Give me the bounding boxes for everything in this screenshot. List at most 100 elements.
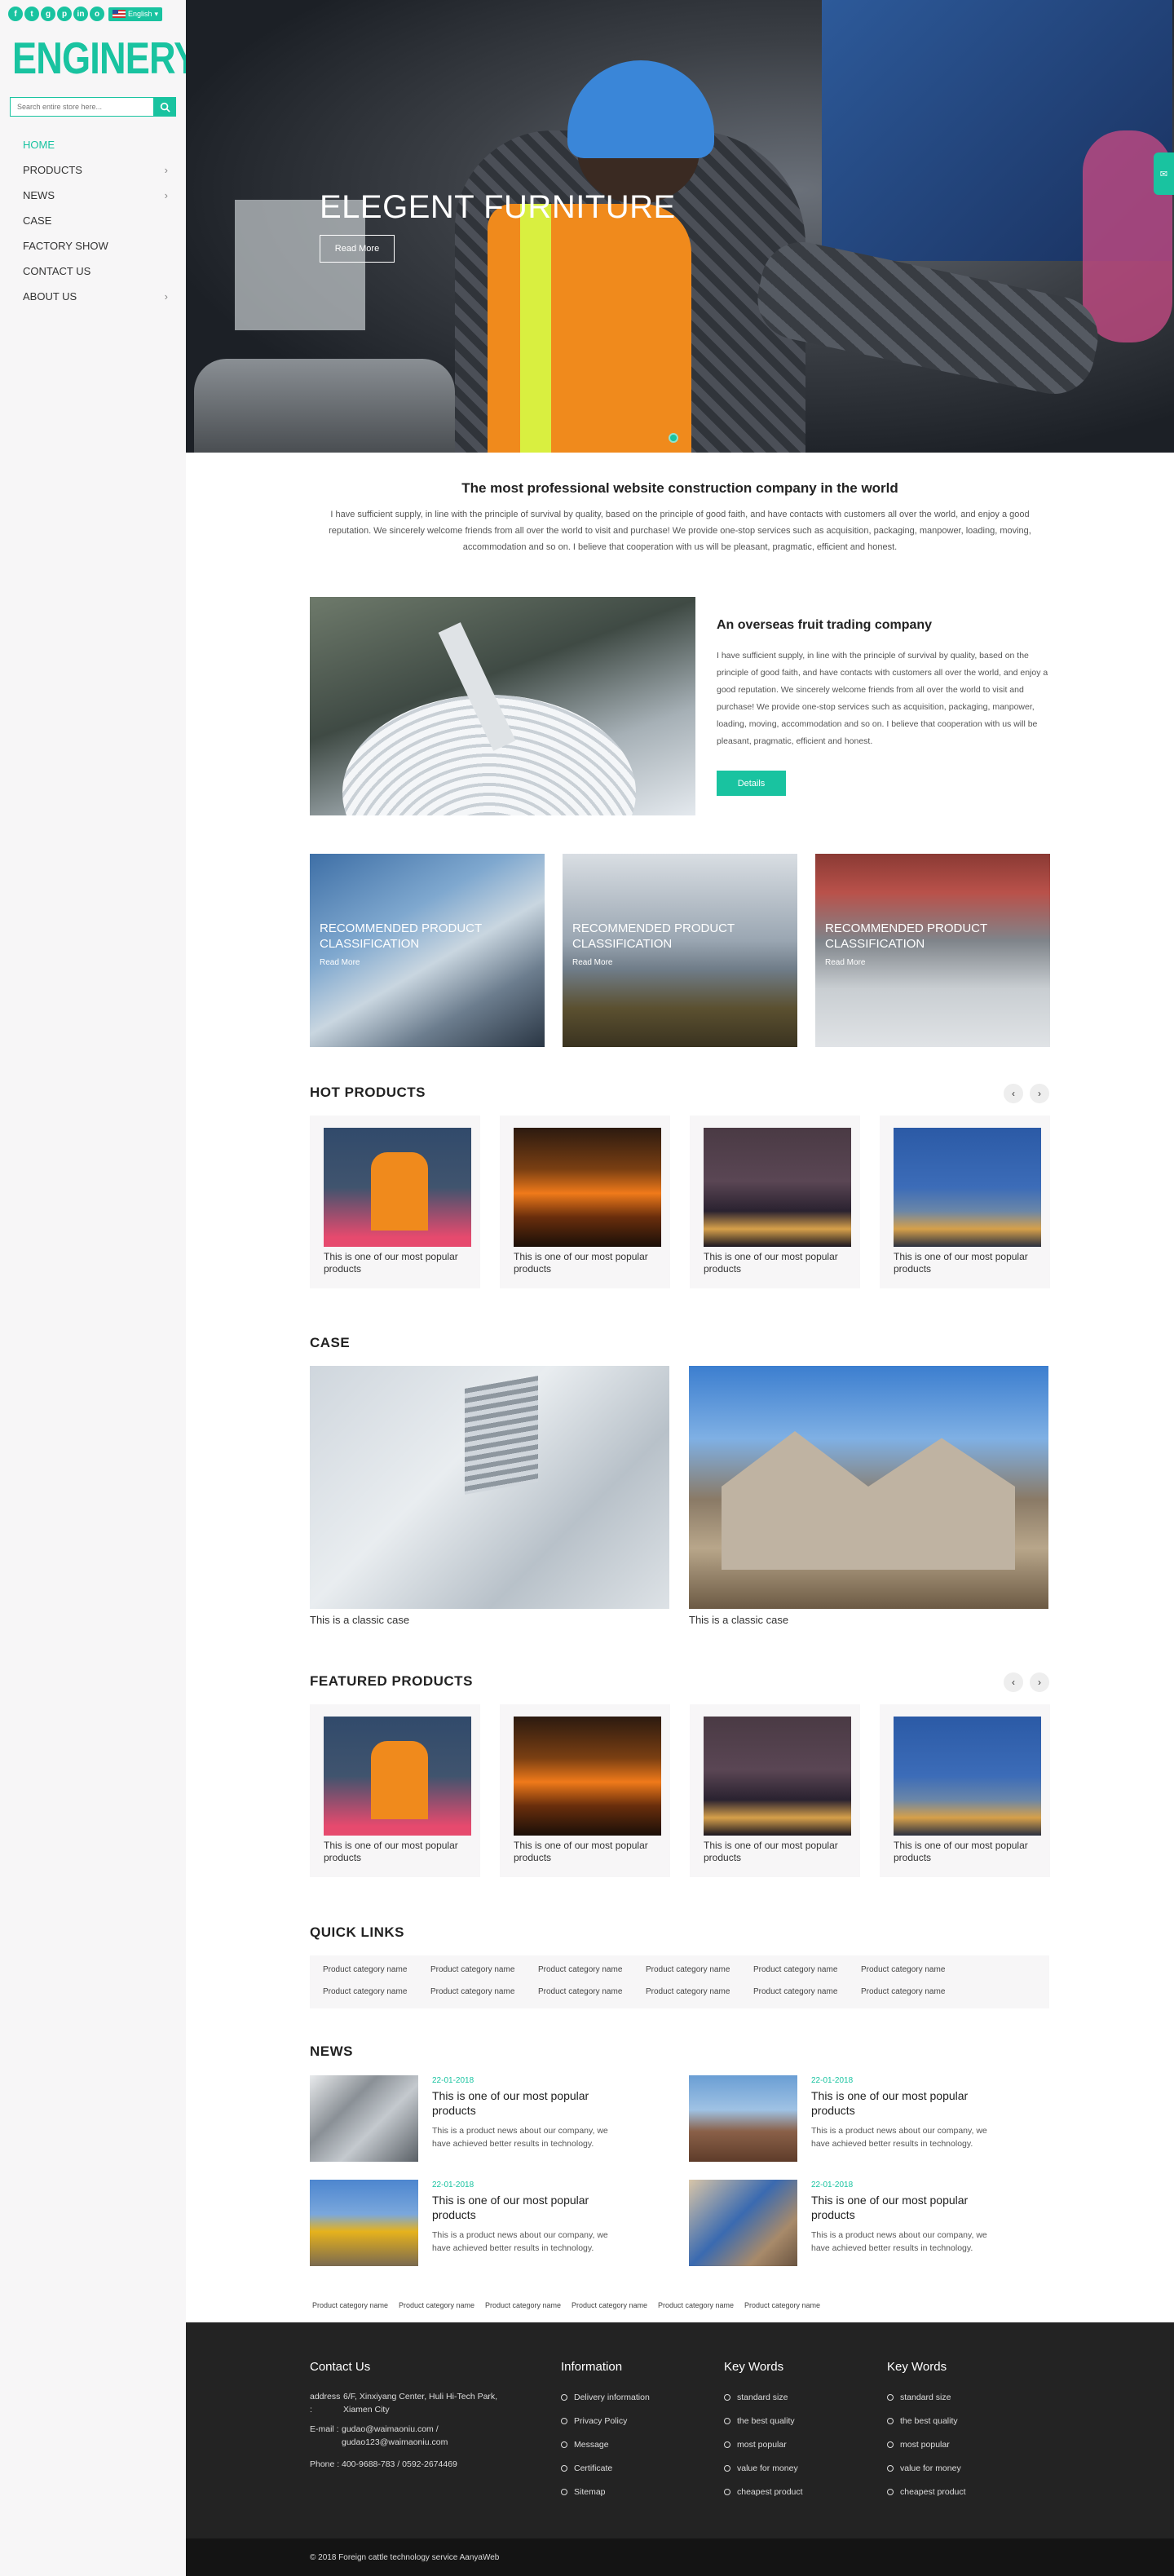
news-headline[interactable]: This is one of our most popular products — [811, 2193, 999, 2222]
product-image[interactable] — [514, 1717, 661, 1836]
footer-keyword-link[interactable]: cheapest product — [887, 2487, 966, 2497]
quick-link[interactable]: Product category name — [861, 1987, 945, 1996]
footer-link[interactable]: Certificate — [561, 2463, 612, 2473]
facebook-icon[interactable]: f — [8, 7, 23, 21]
prev-arrow-icon[interactable]: ‹ — [1004, 1672, 1023, 1692]
footer-category-link[interactable]: Product category name — [572, 2301, 647, 2309]
category-card[interactable]: RECOMMENDED PRODUCT CLASSIFICATION Read … — [815, 854, 1050, 1047]
quick-link[interactable]: Product category name — [323, 1987, 407, 1996]
nav-item-products[interactable]: PRODUCTS › — [23, 157, 168, 183]
news-headline[interactable]: This is one of our most popular products — [811, 2088, 999, 2118]
quick-link[interactable]: Product category name — [861, 1965, 945, 1974]
footer-category-link[interactable]: Product category name — [399, 2301, 474, 2309]
product-image[interactable] — [894, 1128, 1041, 1247]
product-name[interactable]: This is one of our most popular products — [514, 1251, 664, 1275]
nav-item-home[interactable]: HOME — [23, 132, 168, 157]
quick-link[interactable]: Product category name — [430, 1987, 514, 1996]
product-image[interactable] — [894, 1717, 1041, 1836]
product-image[interactable] — [514, 1128, 661, 1247]
quick-link[interactable]: Product category name — [753, 1965, 837, 1974]
news-headline[interactable]: This is one of our most popular products — [432, 2088, 620, 2118]
twitter-icon[interactable]: t — [24, 7, 39, 21]
email-value[interactable]: gudao@waimaoniu.com / gudao123@waimaoniu… — [342, 2423, 505, 2449]
online-service-tab[interactable]: ✉ — [1154, 152, 1174, 195]
product-name[interactable]: This is one of our most popular products — [894, 1840, 1044, 1864]
product-card[interactable]: This is one of our most popular products — [310, 1704, 480, 1877]
quick-link[interactable]: Product category name — [538, 1987, 622, 1996]
footer-keyword-link[interactable]: the best quality — [724, 2416, 795, 2426]
product-name[interactable]: This is one of our most popular products — [324, 1251, 474, 1275]
next-arrow-icon[interactable]: › — [1030, 1084, 1049, 1103]
product-name[interactable]: This is one of our most popular products — [704, 1840, 854, 1864]
category-card[interactable]: RECOMMENDED PRODUCT CLASSIFICATION Read … — [563, 854, 797, 1047]
prev-arrow-icon[interactable]: ‹ — [1004, 1084, 1023, 1103]
slider-dot[interactable] — [669, 433, 678, 443]
footer-keyword-link[interactable]: cheapest product — [724, 2487, 803, 2497]
nav-item-contact-us[interactable]: CONTACT US — [23, 258, 168, 284]
search-button[interactable] — [153, 97, 176, 117]
product-card[interactable]: This is one of our most popular products — [880, 1116, 1050, 1288]
language-selector[interactable]: English ▾ — [108, 7, 163, 21]
footer-link[interactable]: Sitemap — [561, 2487, 606, 2497]
product-name[interactable]: This is one of our most popular products — [514, 1840, 664, 1864]
product-card[interactable]: This is one of our most popular products — [310, 1116, 480, 1288]
footer-category-link[interactable]: Product category name — [744, 2301, 820, 2309]
nav-item-case[interactable]: CASE — [23, 208, 168, 233]
footer-category-link[interactable]: Product category name — [658, 2301, 734, 2309]
footer-link[interactable]: Message — [561, 2440, 609, 2450]
category-card[interactable]: RECOMMENDED PRODUCT CLASSIFICATION Read … — [310, 854, 545, 1047]
footer-link[interactable]: Privacy Policy — [561, 2416, 627, 2426]
case-caption[interactable]: This is a classic case — [310, 1614, 409, 1626]
nav-item-factory-show[interactable]: FACTORY SHOW — [23, 233, 168, 258]
quick-link[interactable]: Product category name — [646, 1987, 730, 1996]
product-image[interactable] — [704, 1128, 851, 1247]
next-arrow-icon[interactable]: › — [1030, 1672, 1049, 1692]
category-read-more[interactable]: Read More — [825, 958, 865, 967]
hero-read-more-button[interactable]: Read More — [320, 235, 395, 263]
footer-category-link[interactable]: Product category name — [312, 2301, 388, 2309]
product-name[interactable]: This is one of our most popular products — [704, 1251, 854, 1275]
product-card[interactable]: This is one of our most popular products — [880, 1704, 1050, 1877]
footer-category-link[interactable]: Product category name — [485, 2301, 561, 2309]
footer-keyword-link[interactable]: value for money — [887, 2463, 961, 2473]
product-name[interactable]: This is one of our most popular products — [894, 1251, 1044, 1275]
linkedin-icon[interactable]: in — [73, 7, 88, 21]
product-card[interactable]: This is one of our most popular products — [690, 1704, 860, 1877]
quick-link[interactable]: Product category name — [323, 1965, 407, 1974]
case-image[interactable] — [310, 1366, 669, 1609]
search-input[interactable] — [10, 97, 153, 117]
google-plus-icon[interactable]: g — [41, 7, 55, 21]
category-read-more[interactable]: Read More — [572, 958, 612, 967]
news-image[interactable] — [689, 2180, 797, 2266]
product-image[interactable] — [324, 1128, 471, 1247]
news-image[interactable] — [689, 2075, 797, 2162]
product-image[interactable] — [324, 1717, 471, 1836]
details-button[interactable]: Details — [717, 771, 786, 796]
footer-keyword-link[interactable]: most popular — [887, 2440, 950, 2450]
news-image[interactable] — [310, 2180, 418, 2266]
footer-keyword-link[interactable]: the best quality — [887, 2416, 958, 2426]
case-image[interactable] — [689, 1366, 1048, 1609]
nav-item-about-us[interactable]: ABOUT US › — [23, 284, 168, 309]
other-social-icon[interactable]: o — [90, 7, 104, 21]
nav-item-news[interactable]: NEWS › — [23, 183, 168, 208]
pinterest-icon[interactable]: p — [57, 7, 72, 21]
category-read-more[interactable]: Read More — [320, 958, 360, 967]
quick-link[interactable]: Product category name — [646, 1965, 730, 1974]
footer-keyword-link[interactable]: most popular — [724, 2440, 787, 2450]
case-caption[interactable]: This is a classic case — [689, 1614, 788, 1626]
quick-link[interactable]: Product category name — [538, 1965, 622, 1974]
site-logo[interactable]: ENGINERY — [12, 33, 198, 83]
product-card[interactable]: This is one of our most popular products — [500, 1704, 670, 1877]
footer-keyword-link[interactable]: value for money — [724, 2463, 798, 2473]
footer-link[interactable]: Delivery information — [561, 2393, 650, 2402]
product-image[interactable] — [704, 1717, 851, 1836]
footer-keyword-link[interactable]: standard size — [724, 2393, 788, 2402]
quick-link[interactable]: Product category name — [753, 1987, 837, 1996]
product-card[interactable]: This is one of our most popular products — [690, 1116, 860, 1288]
product-name[interactable]: This is one of our most popular products — [324, 1840, 474, 1864]
footer-keyword-link[interactable]: standard size — [887, 2393, 951, 2402]
news-headline[interactable]: This is one of our most popular products — [432, 2193, 620, 2222]
product-card[interactable]: This is one of our most popular products — [500, 1116, 670, 1288]
quick-link[interactable]: Product category name — [430, 1965, 514, 1974]
